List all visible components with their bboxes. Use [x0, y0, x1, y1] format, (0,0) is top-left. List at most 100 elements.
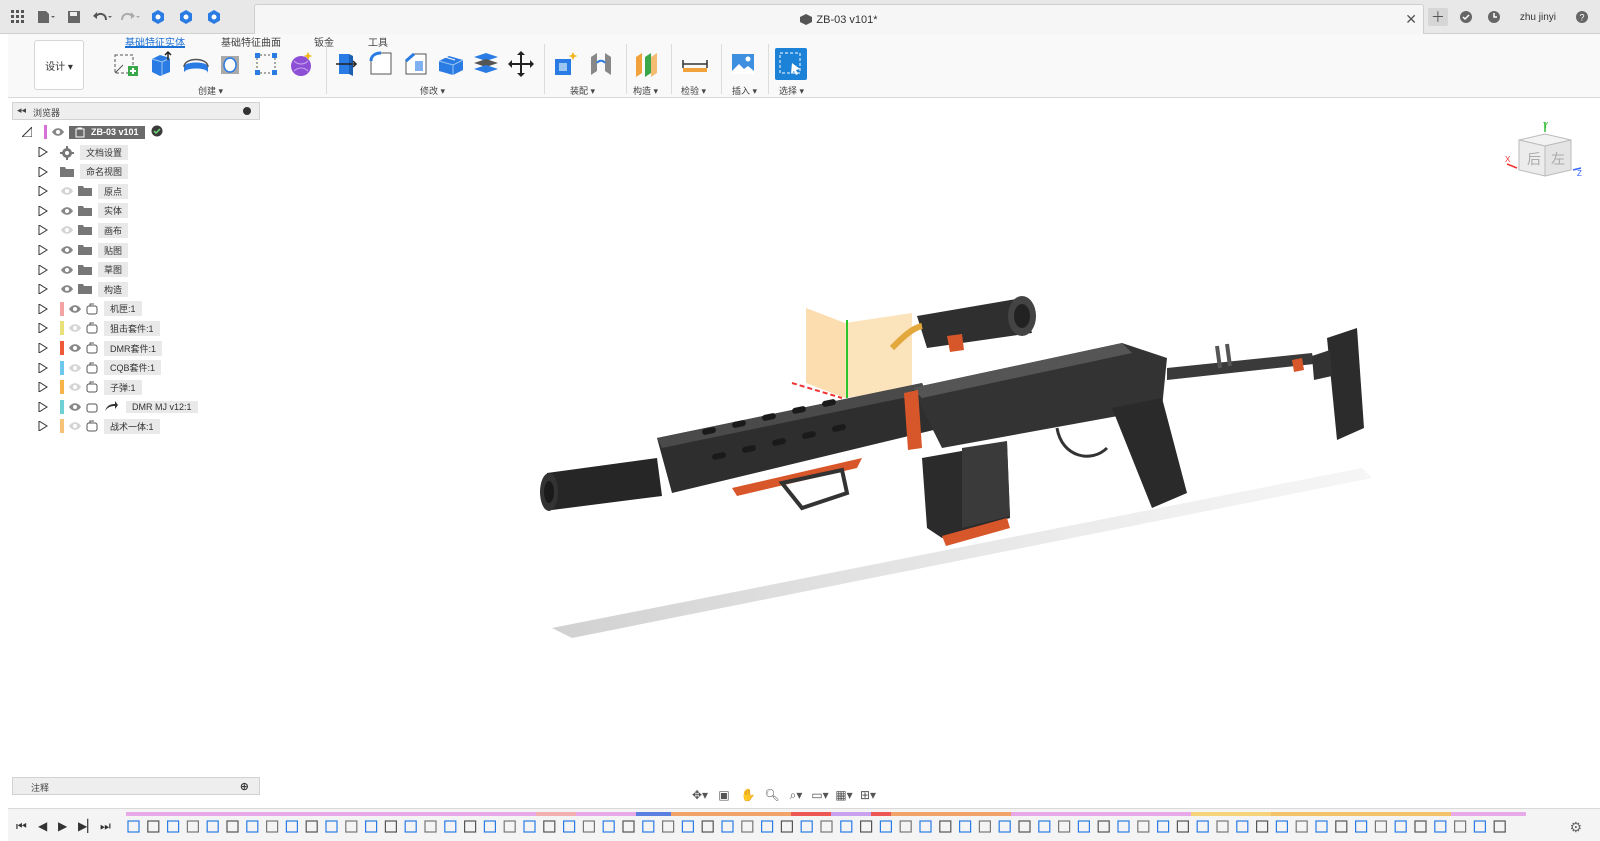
timeline-feature-icon[interactable]: [1414, 820, 1427, 833]
timeline-feature-icon[interactable]: [1335, 820, 1348, 833]
timeline-feature-icon[interactable]: [1216, 820, 1229, 833]
go-to-start-icon[interactable]: ⏮: [16, 819, 27, 834]
create-sketch-icon[interactable]: [111, 48, 141, 80]
timeline-feature-icon[interactable]: [919, 820, 932, 833]
browser-item[interactable]: 构造: [38, 281, 129, 297]
job-status-icon[interactable]: [1456, 8, 1476, 26]
timeline-feature-icon[interactable]: [721, 820, 734, 833]
timeline-feature-icon[interactable]: [483, 820, 496, 833]
timeline-feature-icon[interactable]: [384, 820, 397, 833]
timeline-feature-icon[interactable]: [285, 820, 298, 833]
browser-item[interactable]: 机匣:1: [38, 301, 142, 317]
timeline-feature-icon[interactable]: [1295, 820, 1308, 833]
visibility-eye-icon[interactable]: [60, 245, 74, 255]
browser-item[interactable]: DMR套件:1: [38, 340, 163, 356]
new-tab-icon[interactable]: ＋: [1427, 8, 1448, 26]
timeline-features[interactable]: [126, 819, 1526, 835]
inspect-group-label[interactable]: 检验 ▾: [681, 84, 706, 97]
browser-minimize-icon[interactable]: [243, 107, 251, 115]
visibility-eye-icon[interactable]: [60, 186, 74, 196]
expand-triangle-icon[interactable]: [38, 323, 48, 334]
browser-item[interactable]: 狙击套件:1: [38, 320, 160, 336]
visibility-eye-icon[interactable]: [60, 265, 74, 275]
timeline-feature-icon[interactable]: [1176, 820, 1190, 833]
browser-root-item[interactable]: ZB-03 v101: [22, 124, 163, 140]
app-grid-icon[interactable]: [8, 8, 28, 26]
timeline-feature-icon[interactable]: [424, 820, 437, 833]
timeline-feature-icon[interactable]: [345, 820, 358, 833]
browser-panel-header[interactable]: ◂◂ 浏览器: [12, 102, 260, 120]
modify-group-label[interactable]: 修改 ▾: [420, 84, 445, 97]
timeline-feature-icon[interactable]: [840, 820, 853, 833]
timeline-feature-icon[interactable]: [1077, 820, 1091, 833]
display-settings-icon[interactable]: ▭▾: [810, 787, 830, 803]
browser-item[interactable]: 草图: [38, 262, 129, 278]
expand-triangle-icon[interactable]: [38, 284, 48, 295]
timeline-feature-icon[interactable]: [1354, 820, 1368, 833]
viewcube-left-face[interactable]: 左: [1551, 151, 1565, 167]
timeline-feature-icon[interactable]: [879, 820, 893, 833]
timeline-feature-icon[interactable]: [998, 820, 1011, 833]
timeline-feature-icon[interactable]: [127, 820, 140, 833]
tab-surface[interactable]: 基础特征曲面: [221, 34, 281, 49]
fit-icon[interactable]: ⌕▾: [786, 787, 806, 803]
measure-icon[interactable]: [680, 48, 710, 80]
save-icon[interactable]: [64, 8, 84, 26]
extrude-icon[interactable]: [146, 48, 176, 80]
timeline-feature-icon[interactable]: [246, 820, 259, 833]
assemble-group-label[interactable]: 装配 ▾: [570, 84, 595, 97]
expand-triangle-icon[interactable]: [38, 147, 48, 157]
select-icon[interactable]: [775, 48, 807, 80]
timeline-feature-icon[interactable]: [266, 820, 279, 833]
timeline-feature-icon[interactable]: [226, 820, 239, 833]
visibility-eye-icon[interactable]: [68, 343, 82, 353]
expand-triangle-icon[interactable]: [38, 264, 48, 275]
timeline-feature-icon[interactable]: [1137, 820, 1150, 833]
timeline-feature-icon[interactable]: [147, 820, 160, 833]
hole-icon[interactable]: [216, 48, 246, 80]
expand-triangle-icon[interactable]: [38, 245, 48, 255]
timeline-feature-icon[interactable]: [741, 820, 754, 833]
visibility-eye-icon[interactable]: [60, 206, 74, 216]
visibility-eye-icon[interactable]: [68, 382, 82, 392]
timeline-feature-icon[interactable]: [523, 820, 536, 833]
timeline-feature-icon[interactable]: [780, 820, 794, 833]
insert-image-icon[interactable]: [728, 48, 758, 80]
redo-icon[interactable]: [120, 8, 140, 26]
comments-panel-header[interactable]: 注释 ⊕: [12, 777, 260, 795]
timeline-feature-icon[interactable]: [899, 820, 912, 833]
expand-triangle-icon[interactable]: [38, 421, 48, 432]
expand-triangle-icon[interactable]: [38, 205, 48, 216]
browser-item[interactable]: 命名视图: [38, 164, 129, 180]
timeline-feature-icon[interactable]: [1315, 820, 1328, 833]
visibility-eye-icon[interactable]: [51, 127, 65, 137]
shell-icon[interactable]: [436, 48, 466, 80]
timeline-feature-icon[interactable]: [305, 820, 318, 833]
split-body-icon[interactable]: [471, 48, 501, 80]
timeline-feature-icon[interactable]: [563, 820, 576, 833]
timeline-feature-icon[interactable]: [166, 820, 180, 833]
user-name[interactable]: zhu jinyi: [1520, 12, 1556, 23]
move-copy-icon[interactable]: [506, 48, 536, 80]
pan-icon[interactable]: ✋: [738, 787, 758, 803]
timeline-feature-icon[interactable]: [444, 820, 457, 833]
hex-tool-icon-3[interactable]: [204, 8, 224, 26]
timeline-feature-icon[interactable]: [1374, 820, 1388, 833]
close-tab-icon[interactable]: ✕: [1405, 11, 1417, 28]
timeline-feature-icon[interactable]: [978, 820, 992, 833]
tab-solid[interactable]: 基础特征实体: [125, 34, 185, 49]
grid-settings-icon[interactable]: ▦▾: [834, 787, 854, 803]
timeline-feature-icon[interactable]: [602, 820, 615, 833]
file-menu-icon[interactable]: [36, 8, 56, 26]
rifle-model-render[interactable]: [262, 98, 1600, 788]
browser-item[interactable]: 贴图: [38, 242, 129, 258]
timeline-feature-icon[interactable]: [1275, 820, 1289, 833]
timeline-feature-icon[interactable]: [859, 820, 873, 833]
step-forward-icon[interactable]: ▶▏: [78, 819, 96, 833]
timeline-feature-icon[interactable]: [186, 820, 200, 833]
hex-tool-icon-2[interactable]: [176, 8, 196, 26]
pattern-icon[interactable]: [251, 48, 281, 80]
add-comment-icon[interactable]: ⊕: [240, 780, 249, 793]
new-component-icon[interactable]: [551, 48, 581, 80]
browser-item[interactable]: 画布: [38, 222, 129, 238]
